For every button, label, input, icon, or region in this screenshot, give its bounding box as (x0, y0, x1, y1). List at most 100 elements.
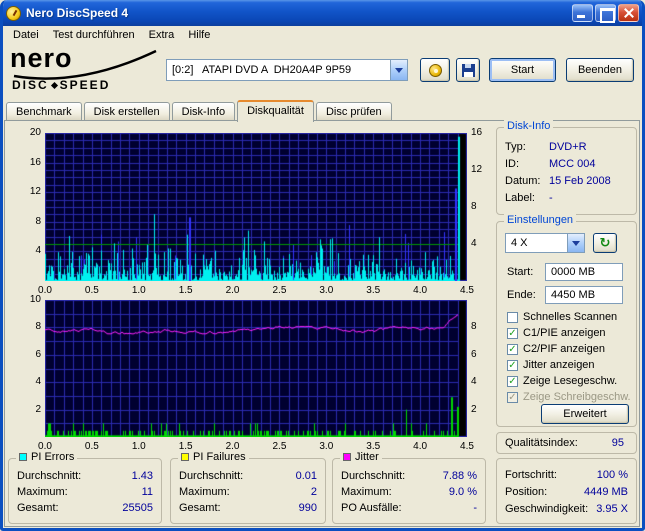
info-row-typ: Typ: DVD+R (497, 141, 636, 155)
checkbox-box[interactable]: ✓ (507, 359, 518, 371)
position-label: Position: (505, 486, 548, 498)
close-button[interactable] (618, 4, 639, 22)
advanced-button[interactable]: Erweitert (541, 404, 629, 424)
checkbox-label: Schnelles Scannen (523, 311, 618, 323)
jitter-panel-title: Jitter (340, 451, 382, 463)
drive-selector[interactable]: [0:2] ATAPI DVD A DH20A4P 9P59 (166, 59, 408, 81)
checkbox-lesegeschw[interactable]: ✓ Zeige Lesegeschw. (507, 374, 617, 388)
jitter-panel: Jitter Durchschnitt: 7.88 % Maximum: 9.0 %… (332, 451, 486, 524)
tab-disk-info[interactable]: Disk-Info (171, 102, 236, 121)
max-value: 9.0 % (448, 486, 477, 498)
datum-label: Datum: (505, 175, 541, 187)
max-value: 2 (310, 486, 317, 498)
tab-disc-pruefen[interactable]: Disc prüfen (315, 102, 392, 121)
tab-diskqualitaet[interactable]: Diskqualität (237, 100, 314, 122)
start-button[interactable]: Start (489, 58, 556, 82)
checkbox-label: C1/PIE anzeigen (523, 327, 606, 339)
speed-select-arrow[interactable] (567, 234, 584, 252)
max-label: Maximum: (17, 486, 68, 498)
progress-label: Fortschritt: (505, 469, 557, 481)
quality-index-row: Qualitätsindex: 95 (497, 437, 636, 451)
pif-jitter-chart (45, 300, 467, 437)
typ-label: Typ: (505, 141, 526, 153)
id-value: MCC 004 (549, 158, 596, 170)
checkbox-box[interactable]: ✓ (507, 343, 518, 355)
eject-button[interactable] (420, 58, 450, 82)
checkbox-jitter[interactable]: ✓ Jitter anzeigen (507, 358, 595, 372)
checkbox-c1-pie[interactable]: ✓ C1/PIE anzeigen (507, 326, 606, 340)
avg-value: 7.88 % (442, 470, 477, 482)
tabstrip: Benchmark Disk erstellen Disk-Info Diskq… (6, 99, 394, 122)
speed-row: Geschwindigkeit: 3.95 X (497, 503, 636, 517)
drive-selector-value: [0:2] ATAPI DVD A DH20A4P 9P59 (172, 64, 352, 76)
pi-failures-color-swatch (181, 453, 189, 461)
checkbox-box[interactable]: ✓ (507, 375, 518, 387)
titlebar[interactable]: Nero DiscSpeed 4 (3, 0, 642, 26)
info-row-datum: Datum: 15 Feb 2008 (497, 175, 636, 189)
total-label: Gesamt: (17, 502, 59, 514)
advanced-button-label: Erweitert (563, 408, 607, 420)
menubar: Datei Test durchführen Extra Hilfe (3, 26, 642, 44)
menu-hilfe[interactable]: Hilfe (181, 28, 217, 42)
jitter-color-swatch (343, 453, 351, 461)
chevron-down-icon (395, 67, 403, 73)
menu-test-durchfuehren[interactable]: Test durchführen (46, 28, 142, 42)
panel-title: Jitter (355, 451, 379, 463)
pi-failures-panel-title: PI Failures (178, 451, 249, 463)
eject-icon (428, 63, 442, 77)
start-button-label: Start (510, 64, 535, 76)
total-value: 990 (298, 502, 317, 514)
total-value: 25505 (122, 502, 153, 514)
tab-benchmark[interactable]: Benchmark (6, 102, 82, 121)
speed-select-value: 4 X (511, 237, 528, 249)
po-failures-value: - (473, 502, 477, 514)
logo-subtitle: DISC SPEED (12, 78, 110, 92)
menu-datei[interactable]: Datei (6, 28, 46, 42)
quit-button-label: Beenden (577, 64, 623, 76)
quality-index-group: Qualitätsindex: 95 (496, 432, 637, 454)
menu-extra[interactable]: Extra (142, 28, 182, 42)
pi-errors-chart (45, 133, 467, 281)
max-label: Maximum: (341, 486, 392, 498)
panel-title: PI Failures (193, 451, 246, 463)
chevron-down-icon (572, 240, 580, 246)
end-position-input[interactable]: 4450 MB (545, 286, 623, 304)
quality-index-value: 95 (611, 437, 624, 449)
checkbox-label: C2/PIF anzeigen (523, 343, 605, 355)
diamond-icon (50, 81, 58, 90)
datum-value: 15 Feb 2008 (549, 175, 611, 187)
checkbox-label: Zeige Lesegeschw. (523, 375, 618, 387)
disk-info-group: Disk-Info Typ: DVD+R ID: MCC 004 Datum: … (496, 120, 637, 215)
progress-group: Fortschritt: 100 % Position: 4449 MB Ges… (496, 458, 637, 524)
quality-index-label: Qualitätsindex: (505, 437, 578, 449)
avg-label: Durchschnitt: (179, 470, 244, 482)
avg-label: Durchschnitt: (17, 470, 82, 482)
maximize-button[interactable] (595, 4, 616, 23)
refresh-icon: ↻ (599, 235, 611, 250)
info-row-id: ID: MCC 004 (497, 158, 636, 172)
avg-label: Durchschnitt: (341, 470, 406, 482)
checkbox-label: Zeige Schreibgeschw. (523, 391, 631, 403)
total-label: Gesamt: (179, 502, 221, 514)
checkbox-schnelles-scannen[interactable]: Schnelles Scannen (507, 310, 617, 324)
save-button[interactable] (456, 58, 480, 82)
tab-disk-erstellen[interactable]: Disk erstellen (83, 102, 170, 121)
label-value: - (549, 192, 553, 204)
checkbox-c2-pif[interactable]: ✓ C2/PIF anzeigen (507, 342, 605, 356)
checkbox-box[interactable]: ✓ (507, 327, 518, 339)
refresh-speed-button[interactable]: ↻ (593, 233, 617, 253)
drive-selector-arrow[interactable] (390, 60, 407, 80)
checkbox-box: ✓ (507, 391, 518, 403)
app-icon (6, 5, 21, 21)
nero-logo: nero DISC SPEED (10, 45, 160, 95)
speed-value: 3.95 X (596, 503, 628, 515)
settings-title: Einstellungen (504, 214, 577, 226)
minimize-button[interactable] (572, 4, 593, 22)
pi-failures-panel: PI Failures Durchschnitt: 0.01 Maximum: 2 … (170, 451, 326, 524)
checkbox-label: Jitter anzeigen (523, 359, 595, 371)
checkbox-box[interactable] (507, 311, 518, 323)
quit-button[interactable]: Beenden (566, 58, 634, 82)
start-position-input[interactable]: 0000 MB (545, 263, 623, 281)
progress-value: 100 % (596, 469, 628, 481)
speed-select[interactable]: 4 X (505, 233, 585, 253)
